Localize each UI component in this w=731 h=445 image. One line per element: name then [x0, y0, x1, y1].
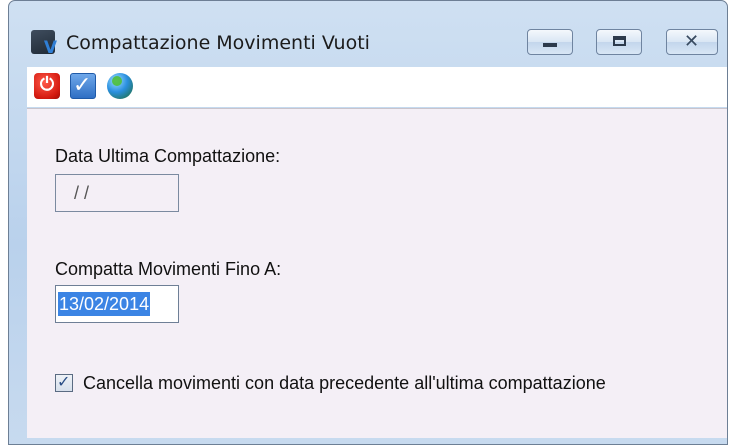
checkmark-icon: ✓: [57, 372, 71, 391]
minimize-icon: [543, 43, 557, 47]
confirm-button[interactable]: ✓: [70, 73, 96, 99]
dialog-window: V Compattazione Movimenti Vuoti ✕ ⏻ ✓ Da…: [8, 0, 728, 445]
app-icon-letter: V: [43, 38, 57, 58]
confirm-checkbox-icon: ✓: [73, 73, 92, 98]
compact-until-label: Compatta Movimenti Fino A:: [55, 259, 282, 279]
maximize-button[interactable]: [596, 29, 642, 55]
compact-until-input[interactable]: 13/02/2014: [55, 285, 179, 323]
form-panel: Data Ultima Compattazione: / / Compatta …: [27, 108, 727, 438]
last-compaction-label: Data Ultima Compattazione:: [55, 146, 281, 166]
title-bar[interactable]: V Compattazione Movimenti Vuoti ✕: [9, 1, 727, 61]
compact-until-value: 13/02/2014: [58, 292, 151, 316]
close-icon: ✕: [684, 31, 700, 52]
power-icon: ⏻: [39, 74, 55, 95]
toolbar: ⏻ ✓: [27, 67, 727, 107]
app-icon: V: [31, 30, 57, 58]
globe-button[interactable]: [107, 73, 133, 99]
close-button[interactable]: ✕: [666, 29, 718, 55]
minimize-button[interactable]: [527, 29, 573, 55]
window-title: Compattazione Movimenti Vuoti: [66, 32, 370, 54]
power-button[interactable]: ⏻: [34, 73, 60, 99]
globe-icon: [112, 76, 122, 86]
last-compaction-field: / /: [55, 174, 179, 212]
delete-checkbox[interactable]: ✓: [55, 372, 73, 392]
delete-checkbox-label[interactable]: Cancella movimenti con data precedente a…: [83, 373, 606, 394]
maximize-icon: [613, 36, 626, 46]
